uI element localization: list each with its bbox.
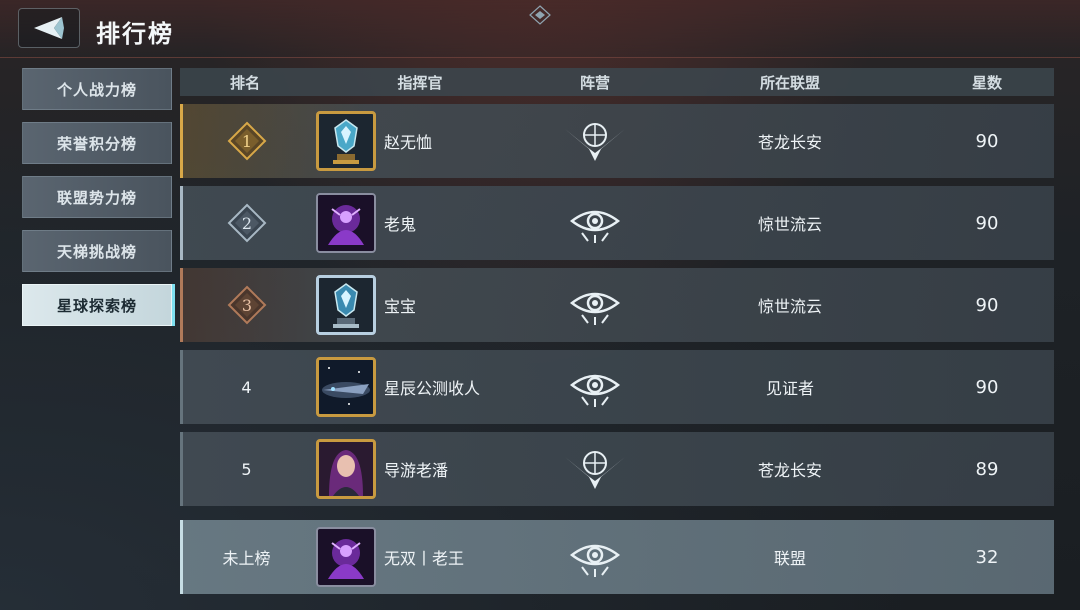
rank-bronze-badge-icon: 3 xyxy=(227,285,266,325)
top-bar: 排行榜 xyxy=(0,0,1080,58)
camp-cell xyxy=(530,119,660,163)
globe-wings-emblem-icon xyxy=(565,123,625,161)
commander-name: 赵无恤 xyxy=(384,133,433,152)
alliance-name: 惊世流云 xyxy=(757,297,822,316)
spaceship-avatar-icon xyxy=(319,360,373,414)
commander-cell: 无双丨老王 xyxy=(310,527,530,587)
purple-character-avatar-icon xyxy=(318,195,374,251)
eye-emblem-icon xyxy=(569,292,621,325)
self-rank-row[interactable]: 未上榜 无双丨老王 联盟 32 xyxy=(180,520,1054,594)
header-camp: 阵营 xyxy=(579,73,610,92)
camp-cell xyxy=(530,283,660,327)
camp-cell xyxy=(530,201,660,245)
avatar[interactable] xyxy=(316,357,376,417)
alliance-name: 惊世流云 xyxy=(757,215,822,234)
commander-cell: 宝宝 xyxy=(310,275,530,335)
tab-personal-power[interactable]: 个人战力榜 xyxy=(22,68,172,110)
rank-number: 5 xyxy=(241,459,252,479)
rank-status: 未上榜 xyxy=(222,549,271,568)
avatar[interactable] xyxy=(316,275,376,335)
rank-number: 3 xyxy=(241,296,251,315)
alliance-name: 苍龙长安 xyxy=(757,133,822,152)
commander-cell: 老鬼 xyxy=(310,193,530,253)
table-row[interactable]: 1 赵无恤 苍龙长安 90 xyxy=(180,104,1054,178)
table-row[interactable]: 4 星辰公测收人 见证者 90 xyxy=(180,350,1054,424)
commander-name: 老鬼 xyxy=(384,215,417,234)
rank-cell: 2 xyxy=(183,203,310,243)
sidebar: 个人战力榜 荣誉积分榜 联盟势力榜 天梯挑战榜 星球探索榜 xyxy=(22,68,174,338)
avatar[interactable] xyxy=(316,111,376,171)
avatar[interactable] xyxy=(316,439,376,499)
stars-count: 32 xyxy=(975,546,999,568)
stars-count: 90 xyxy=(975,294,999,316)
table-row[interactable]: 2 老鬼 惊世流云 90 xyxy=(180,186,1054,260)
commander-name: 导游老潘 xyxy=(384,461,449,480)
commander-cell: 导游老潘 xyxy=(310,439,530,499)
tab-honor-points[interactable]: 荣誉积分榜 xyxy=(22,122,172,164)
rank-number: 2 xyxy=(241,214,251,233)
rank-number: 1 xyxy=(241,132,251,151)
camp-cell xyxy=(530,365,660,409)
trophy-silver-avatar-icon xyxy=(319,278,373,332)
camp-cell xyxy=(530,535,660,579)
rank-silver-badge-icon: 2 xyxy=(227,203,266,243)
header-commander: 指挥官 xyxy=(397,73,443,92)
camp-cell xyxy=(530,447,660,491)
header-alliance: 所在联盟 xyxy=(759,73,820,92)
rank-cell: 1 xyxy=(183,121,310,161)
trophy-avatar-icon xyxy=(319,114,373,168)
tab-ladder-challenge[interactable]: 天梯挑战榜 xyxy=(22,230,172,272)
commander-cell: 赵无恤 xyxy=(310,111,530,171)
alliance-name: 苍龙长安 xyxy=(757,461,822,480)
commander-name: 无双丨老王 xyxy=(384,549,465,568)
stars-count: 89 xyxy=(975,458,999,480)
table-header: 排名 指挥官 阵营 所在联盟 星数 xyxy=(180,68,1054,96)
rank-number: 4 xyxy=(241,377,252,397)
table-row[interactable]: 5 导游老潘 苍龙长安 89 xyxy=(180,432,1054,506)
commander-name: 星辰公测收人 xyxy=(384,379,481,398)
eye-emblem-icon xyxy=(569,544,621,577)
purple-character-avatar-icon xyxy=(318,529,374,585)
stars-count: 90 xyxy=(975,130,999,152)
rank-gold-badge-icon: 1 xyxy=(227,121,266,161)
header-rank: 排名 xyxy=(229,73,260,92)
back-button[interactable] xyxy=(18,8,80,48)
alliance-name: 见证者 xyxy=(765,379,814,398)
stars-count: 90 xyxy=(975,376,999,398)
eye-emblem-icon xyxy=(569,374,621,407)
top-emblem-icon xyxy=(529,5,551,25)
tab-planet-exploration[interactable]: 星球探索榜 xyxy=(22,284,172,326)
eye-emblem-icon xyxy=(569,210,621,243)
stars-count: 90 xyxy=(975,212,999,234)
globe-wings-emblem-icon xyxy=(565,451,625,489)
rank-cell: 3 xyxy=(183,285,310,325)
avatar[interactable] xyxy=(316,527,376,587)
page-title: 排行榜 xyxy=(96,20,174,48)
alliance-name: 联盟 xyxy=(773,549,806,568)
table-row[interactable]: 3 宝宝 惊世流云 90 xyxy=(180,268,1054,342)
tab-alliance-power[interactable]: 联盟势力榜 xyxy=(22,176,172,218)
avatar[interactable] xyxy=(316,193,376,253)
header-stars: 星数 xyxy=(971,73,1002,92)
leaderboard-table: 排名 指挥官 阵营 所在联盟 星数 1 赵无恤 苍龙长安 90 2 老鬼 惊世流… xyxy=(180,68,1054,594)
commander-cell: 星辰公测收人 xyxy=(310,357,530,417)
back-arrow-icon xyxy=(34,17,64,39)
woman-portrait-avatar-icon xyxy=(319,442,373,496)
commander-name: 宝宝 xyxy=(384,297,417,316)
